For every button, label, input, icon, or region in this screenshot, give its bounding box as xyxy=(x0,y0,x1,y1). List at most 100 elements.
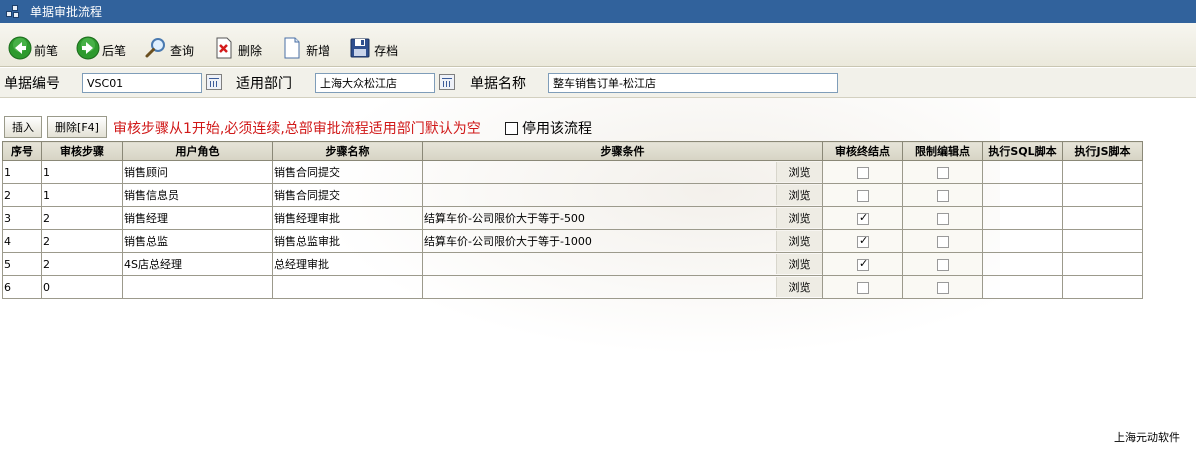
cell-js-script[interactable] xyxy=(1062,206,1143,230)
save-button[interactable]: 存档 xyxy=(348,30,398,60)
cell-step-name[interactable] xyxy=(272,275,423,299)
final-point-checkbox[interactable] xyxy=(857,166,869,179)
restrict-edit-checkbox[interactable] xyxy=(937,235,949,248)
col-header-step-name[interactable]: 步骤名称 xyxy=(272,141,423,161)
browse-button[interactable]: 浏览 xyxy=(776,208,822,228)
cell-js-script[interactable] xyxy=(1062,183,1143,207)
table-row[interactable]: 6 0 浏览 xyxy=(2,275,1143,299)
browse-button[interactable]: 浏览 xyxy=(776,185,822,205)
doc-name-input[interactable] xyxy=(548,73,838,93)
col-header-final-point[interactable]: 审核终结点 xyxy=(822,141,903,161)
restrict-edit-checkbox[interactable] xyxy=(937,189,949,202)
cell-sql-script[interactable] xyxy=(982,160,1063,184)
dept-lookup-icon[interactable] xyxy=(439,74,455,90)
cell-condition[interactable]: 结算车价-公司限价大于等于-1000 浏览 xyxy=(422,229,823,253)
cell-sql-script[interactable] xyxy=(982,252,1063,276)
new-button[interactable]: 新增 xyxy=(280,30,330,60)
restrict-edit-checkbox[interactable] xyxy=(937,281,949,294)
cell-js-script[interactable] xyxy=(1062,229,1143,253)
restrict-edit-checkbox[interactable] xyxy=(937,166,949,179)
cell-step-name[interactable]: 销售合同提交 xyxy=(272,183,423,207)
col-header-step[interactable]: 审核步骤 xyxy=(41,141,123,161)
cell-js-script[interactable] xyxy=(1062,275,1143,299)
new-document-icon xyxy=(280,36,304,60)
final-point-checkbox[interactable] xyxy=(857,257,869,271)
table-row[interactable]: 2 1 销售信息员 销售合同提交 浏览 xyxy=(2,183,1143,207)
cell-restrict-edit[interactable] xyxy=(902,206,983,230)
cell-step[interactable]: 1 xyxy=(41,183,123,207)
col-header-condition[interactable]: 步骤条件 xyxy=(422,141,823,161)
col-header-role[interactable]: 用户角色 xyxy=(122,141,273,161)
delete-row-button[interactable]: 删除[F4] xyxy=(47,116,107,138)
cell-final-point[interactable] xyxy=(822,229,903,253)
cell-condition[interactable]: 浏览 xyxy=(422,275,823,299)
cell-role[interactable]: 销售顾问 xyxy=(122,160,273,184)
doc-no-lookup-icon[interactable] xyxy=(206,74,222,90)
prev-record-button[interactable]: 前笔 xyxy=(8,30,58,60)
window-titlebar: 单据审批流程 xyxy=(0,0,1196,23)
cell-sql-script[interactable] xyxy=(982,183,1063,207)
cell-js-script[interactable] xyxy=(1062,252,1143,276)
cell-condition[interactable]: 浏览 xyxy=(422,183,823,207)
cell-restrict-edit[interactable] xyxy=(902,183,983,207)
browse-button[interactable]: 浏览 xyxy=(776,254,822,274)
table-row[interactable]: 4 2 销售总监 销售总监审批 结算车价-公司限价大于等于-1000 浏览 xyxy=(2,229,1143,253)
cell-step-name[interactable]: 销售合同提交 xyxy=(272,160,423,184)
cell-js-script[interactable] xyxy=(1062,160,1143,184)
cell-sql-script[interactable] xyxy=(982,229,1063,253)
cell-role[interactable]: 销售总监 xyxy=(122,229,273,253)
cell-sql-script[interactable] xyxy=(982,206,1063,230)
table-row[interactable]: 1 1 销售顾问 销售合同提交 浏览 xyxy=(2,160,1143,184)
browse-button[interactable]: 浏览 xyxy=(776,162,822,182)
restrict-edit-checkbox[interactable] xyxy=(937,258,949,271)
insert-button[interactable]: 插入 xyxy=(4,116,42,138)
cell-restrict-edit[interactable] xyxy=(902,160,983,184)
cell-condition[interactable]: 结算车价-公司限价大于等于-500 浏览 xyxy=(422,206,823,230)
query-button[interactable]: 查询 xyxy=(144,30,194,60)
cell-step[interactable]: 2 xyxy=(41,206,123,230)
col-header-restrict-edit[interactable]: 限制编辑点 xyxy=(902,141,983,161)
final-point-checkbox[interactable] xyxy=(857,281,869,294)
col-header-sql-script[interactable]: 执行SQL脚本 xyxy=(982,141,1063,161)
cell-restrict-edit[interactable] xyxy=(902,229,983,253)
disable-flow-toggle[interactable]: 停用该流程 xyxy=(505,118,592,138)
cell-restrict-edit[interactable] xyxy=(902,275,983,299)
table-row[interactable]: 5 2 4S店总经理 总经理审批 浏览 xyxy=(2,252,1143,276)
cell-step-name[interactable]: 销售总监审批 xyxy=(272,229,423,253)
cell-final-point[interactable] xyxy=(822,275,903,299)
app-icon xyxy=(6,4,20,19)
cell-role[interactable]: 销售信息员 xyxy=(122,183,273,207)
cell-step[interactable]: 1 xyxy=(41,160,123,184)
table-row[interactable]: 3 2 销售经理 销售经理审批 结算车价-公司限价大于等于-500 浏览 xyxy=(2,206,1143,230)
cell-restrict-edit[interactable] xyxy=(902,252,983,276)
cell-condition[interactable]: 浏览 xyxy=(422,160,823,184)
dept-input[interactable] xyxy=(315,73,435,93)
final-point-checkbox[interactable] xyxy=(857,234,869,248)
cell-sql-script[interactable] xyxy=(982,275,1063,299)
cell-role[interactable]: 销售经理 xyxy=(122,206,273,230)
final-point-checkbox[interactable] xyxy=(857,211,869,225)
cell-step-name[interactable]: 销售经理审批 xyxy=(272,206,423,230)
cell-role[interactable] xyxy=(122,275,273,299)
browse-button[interactable]: 浏览 xyxy=(776,231,822,251)
cell-final-point[interactable] xyxy=(822,183,903,207)
cell-final-point[interactable] xyxy=(822,206,903,230)
disable-flow-checkbox[interactable] xyxy=(505,121,518,135)
prev-record-label: 前笔 xyxy=(34,43,59,58)
cell-step[interactable]: 2 xyxy=(41,229,123,253)
cell-role[interactable]: 4S店总经理 xyxy=(122,252,273,276)
col-header-seq[interactable]: 序号 xyxy=(2,141,42,161)
cell-step[interactable]: 0 xyxy=(41,275,123,299)
doc-no-input[interactable] xyxy=(82,73,202,93)
cell-final-point[interactable] xyxy=(822,252,903,276)
cell-final-point[interactable] xyxy=(822,160,903,184)
next-record-button[interactable]: 后笔 xyxy=(76,30,126,60)
delete-button[interactable]: 删除 xyxy=(212,30,262,60)
cell-step[interactable]: 2 xyxy=(41,252,123,276)
final-point-checkbox[interactable] xyxy=(857,189,869,202)
cell-step-name[interactable]: 总经理审批 xyxy=(272,252,423,276)
browse-button[interactable]: 浏览 xyxy=(776,277,822,297)
cell-condition[interactable]: 浏览 xyxy=(422,252,823,276)
restrict-edit-checkbox[interactable] xyxy=(937,212,949,225)
col-header-js-script[interactable]: 执行JS脚本 xyxy=(1062,141,1143,161)
